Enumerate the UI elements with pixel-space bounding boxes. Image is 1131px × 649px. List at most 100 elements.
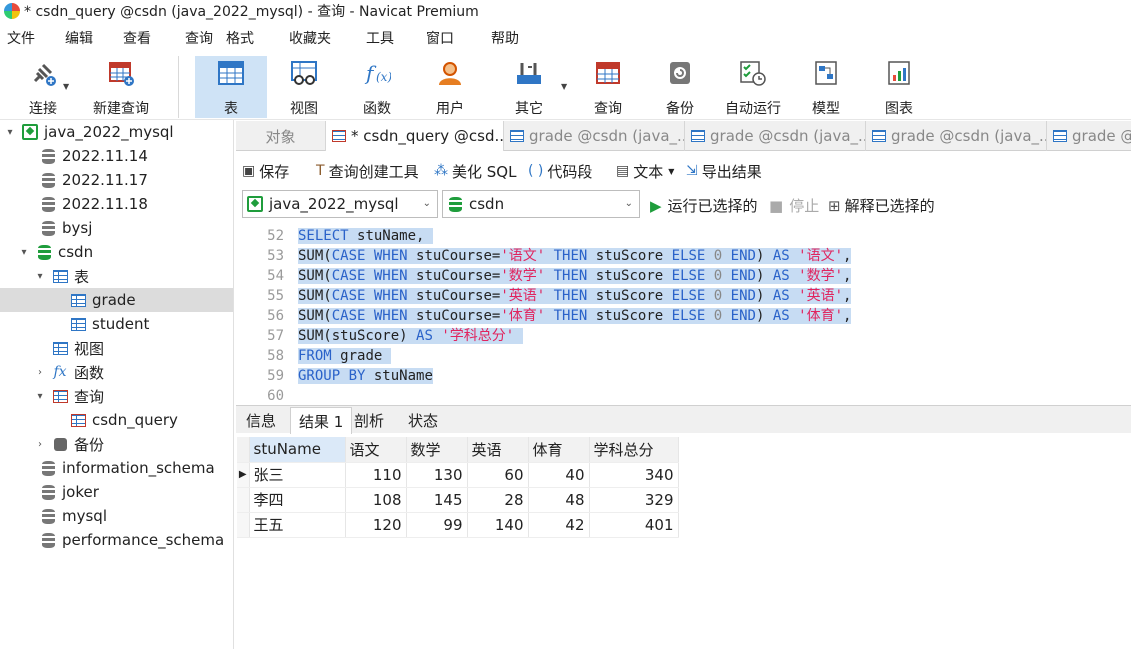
table-row[interactable]: ▶ 张三 110 130 60 40 340 [237,462,679,488]
column-header-pe[interactable]: 体育 [528,437,590,463]
tab-result-1[interactable]: 结果 1 [290,407,353,434]
line-number: 58 [267,348,284,364]
tree-folder-backup[interactable]: › 备份 [34,432,104,456]
backup-button[interactable]: 备份 [663,56,697,118]
chevron-right-icon[interactable]: › [34,439,46,450]
tree-folder-queries[interactable]: ▾ 查询 [34,384,104,408]
cell[interactable]: 99 [406,512,468,538]
menu-edit[interactable]: 编辑 [65,28,93,48]
stop-button[interactable]: ■ 停止 [769,195,819,216]
tab-grade-2[interactable]: grade @csdn (java_... [685,121,866,151]
tree-db-bysj[interactable]: bysj [22,216,92,240]
tab-status[interactable]: 状态 [400,407,446,434]
tab-grade-1[interactable]: grade @csdn (java_... [504,121,685,151]
menu-favorites[interactable]: 收藏夹 [289,28,331,48]
tree-table-grade[interactable]: grade [0,288,233,312]
cell[interactable]: 110 [345,462,407,488]
save-button[interactable]: ▣ 保存 [242,161,289,182]
cell[interactable]: 60 [467,462,529,488]
text-button[interactable]: ▤ 文本 ▼ [616,161,674,182]
tab-profile[interactable]: 剖析 [346,407,392,434]
menu-view[interactable]: 查看 [123,28,151,48]
cell[interactable]: 42 [528,512,590,538]
cell[interactable]: 28 [467,487,529,513]
other-button[interactable]: 其它 [508,56,550,118]
tab-grade-4[interactable]: grade @ [1047,121,1131,151]
column-header-math[interactable]: 数学 [406,437,468,463]
cell[interactable]: 130 [406,462,468,488]
tree-connection[interactable]: ▾ java_2022_mysql [4,120,173,144]
column-header-stuname[interactable]: stuName [249,437,346,463]
chevron-down-icon[interactable]: ▾ [4,127,16,138]
database-select[interactable]: csdn ⌄ [442,190,640,218]
cell[interactable]: 329 [589,487,679,513]
tree-db-2022-11-17[interactable]: 2022.11.17 [22,168,148,192]
tab-grade-3[interactable]: grade @csdn (java_... [866,121,1047,151]
user-button[interactable]: 用户 [430,56,470,118]
connection-select[interactable]: java_2022_mysql ⌄ [242,190,438,218]
new-query-button[interactable]: 新建查询 [88,56,154,118]
tree-query-csdn-query[interactable]: csdn_query [70,408,178,432]
tab-info[interactable]: 信息 [238,407,284,434]
export-result-button[interactable]: ⇲ 导出结果 [686,161,762,182]
run-selected-button[interactable]: ▶ 运行已选择的 [650,195,758,216]
connect-dropdown-icon[interactable]: ▼ [63,82,69,91]
tree-db-2022-11-18[interactable]: 2022.11.18 [22,192,148,216]
connect-button[interactable]: 连接 [18,56,68,118]
menu-format[interactable]: 格式 [226,28,254,48]
cell[interactable]: 140 [467,512,529,538]
cell[interactable]: 李四 [249,487,346,513]
tree-db-mysql[interactable]: mysql [22,504,107,528]
sql-editor[interactable]: 52 53 54 55 56 57 58 59 60 SELECT stuNam… [236,226,1131,404]
view-button[interactable]: 视图 [283,56,325,118]
chart-button[interactable]: 图表 [882,56,916,118]
chevron-down-icon[interactable]: ▾ [34,271,46,282]
tree-folder-tables[interactable]: ▾ 表 [34,264,89,288]
menu-window[interactable]: 窗口 [426,28,454,48]
cell[interactable]: 40 [528,462,590,488]
tree-folder-views[interactable]: 视图 [52,336,104,360]
cell[interactable]: 120 [345,512,407,538]
chevron-down-icon[interactable]: ▾ [34,391,46,402]
tab-csdn-query[interactable]: * csdn_query @csd... [326,121,504,151]
tree-folder-functions[interactable]: › fx 函数 [34,360,104,384]
cell[interactable]: 王五 [249,512,346,538]
plug-icon [28,58,58,88]
tree-db-information-schema[interactable]: information_schema [22,456,215,480]
function-button[interactable]: f (x) 函数 [356,56,398,118]
cell[interactable]: 145 [406,487,468,513]
tree-db-performance-schema[interactable]: performance_schema [22,528,224,552]
menu-file[interactable]: 文件 [7,28,35,48]
column-header-chinese[interactable]: 语文 [345,437,407,463]
chevron-right-icon[interactable]: › [34,367,46,378]
play-icon: ▶ [650,196,662,215]
cell[interactable]: 340 [589,462,679,488]
tree-table-student[interactable]: student [70,312,149,336]
table-row[interactable]: 李四 108 145 28 48 329 [237,487,679,513]
auto-run-button[interactable]: 自动运行 [722,56,784,118]
table-row[interactable]: 王五 120 99 140 42 401 [237,512,679,538]
cell[interactable]: 48 [528,487,590,513]
table-button[interactable]: 表 [195,56,267,118]
tree-db-csdn[interactable]: ▾ csdn [18,240,93,264]
cell[interactable]: 108 [345,487,407,513]
explain-selected-button[interactable]: ⊞ 解释已选择的 [828,195,935,216]
tree-db-joker[interactable]: joker [22,480,99,504]
model-button[interactable]: 模型 [809,56,843,118]
cell[interactable]: 401 [589,512,679,538]
column-header-total[interactable]: 学科总分 [589,437,679,463]
tree-db-2022-11-14[interactable]: 2022.11.14 [22,144,148,168]
tab-objects[interactable]: 对象 [236,121,326,151]
menu-help[interactable]: 帮助 [491,28,519,48]
menu-query[interactable]: 查询 [185,28,213,48]
cell[interactable]: 张三 [249,462,346,488]
code-snippet-button[interactable]: ( ) 代码段 [528,161,592,182]
column-header-english[interactable]: 英语 [467,437,529,463]
beautify-sql-button[interactable]: ⁂ 美化 SQL [434,161,516,182]
query-builder-button[interactable]: T 查询创建工具 [316,161,419,182]
current-row-arrow-icon: ▶ [237,462,250,488]
chevron-down-icon[interactable]: ▾ [18,247,30,258]
other-dropdown-icon[interactable]: ▼ [561,82,567,91]
menu-tools[interactable]: 工具 [366,28,394,48]
query-button[interactable]: 查询 [590,56,626,118]
